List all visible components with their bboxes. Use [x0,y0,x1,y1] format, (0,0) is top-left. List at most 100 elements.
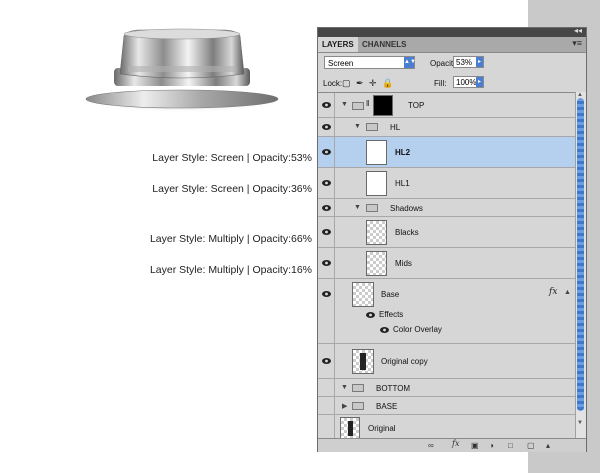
link-layers-icon[interactable]: ∞ [428,441,434,450]
folder-icon [352,102,364,110]
fx-icon[interactable]: fx [549,287,557,297]
fill-label: Fill: [434,79,447,88]
expand-effects-triangle-icon[interactable]: ▲ [564,289,571,296]
layer-name[interactable]: Original copy [381,357,428,366]
folder-icon [366,123,378,131]
layer-name[interactable]: Blacks [395,228,419,237]
scrollbar-thumb[interactable] [577,98,584,411]
color-overlay-eye-icon[interactable] [380,327,389,333]
add-style-icon[interactable]: fx [452,439,459,448]
collapse-icon[interactable]: ◂◂ [574,26,582,35]
visibility-toggle-empty[interactable] [318,415,335,439]
opacity-value: 53% [456,58,473,67]
lock-move-icon[interactable]: ✛ [369,78,377,89]
lock-transparent-icon[interactable]: ▢ [342,78,351,89]
layer-name[interactable]: BASE [376,402,397,411]
layer-mask-thumbnail [373,95,393,116]
opacity-input[interactable]: 53% ▸ [453,56,484,68]
layers-list: ▼ ‖ TOP ▼ HL HL2 HL1 ▼ Shadows Blacks Mi… [318,92,575,439]
layer-row-top[interactable]: ▼ ‖ TOP [318,93,575,118]
layer-row-blacks[interactable]: Blacks [318,217,575,248]
folder-icon [352,402,364,410]
lock-all-icon[interactable]: 🔒 [382,78,393,89]
eye-icon [322,102,331,108]
visibility-toggle[interactable] [318,248,335,278]
color-overlay-label[interactable]: Color Overlay [393,325,442,334]
layer-name[interactable]: Original [368,424,396,433]
layers-scrollbar[interactable]: ▲ ▼ [575,92,586,438]
add-mask-icon[interactable]: ▣ [471,441,479,450]
annotation-hl1: Layer Style: Screen | Opacity:36% [152,183,312,195]
layer-row-base-folder[interactable]: ▶ BASE [318,397,575,415]
fill-arrow-icon[interactable]: ▸ [476,77,483,87]
layer-row-bottom[interactable]: ▼ BOTTOM [318,379,575,397]
panel-tabs: LAYERS CHANNELS ▾≡ [318,37,586,53]
panel-menu-icon[interactable]: ▾≡ [572,38,582,49]
new-layer-icon[interactable]: ▢ [527,441,535,450]
dropdown-arrow-icon: ▲▼ [404,57,416,68]
eye-icon [322,260,331,266]
layer-name[interactable]: Shadows [390,204,423,213]
tab-layers[interactable]: LAYERS [318,37,358,52]
collapse-triangle-icon[interactable]: ▼ [354,123,361,130]
fill-input[interactable]: 100% ▸ [453,76,484,88]
collapse-triangle-icon[interactable]: ▼ [354,204,361,211]
delete-layer-icon[interactable]: ▴ [546,441,550,450]
blend-mode-select[interactable]: Screen ▲▼ [324,56,416,69]
layer-name[interactable]: HL [390,123,400,132]
visibility-toggle-empty[interactable] [318,397,335,414]
layer-name[interactable]: Mids [395,259,412,268]
collapse-triangle-icon[interactable]: ▼ [341,384,348,391]
layer-row-base[interactable]: Base fx ▲ Effects Color Overlay [318,279,575,344]
collapse-triangle-icon[interactable]: ▼ [341,101,348,108]
scroll-down-icon[interactable]: ▼ [577,420,583,426]
layer-name[interactable]: HL2 [395,148,410,157]
eye-icon [322,358,331,364]
visibility-toggle[interactable] [318,168,335,198]
eye-icon [322,180,331,186]
layer-thumbnail [352,349,374,374]
new-group-icon[interactable]: □ [508,441,513,450]
eye-icon [322,229,331,235]
visibility-toggle-empty[interactable] [318,379,335,396]
annotation-mids: Layer Style: Multiply | Opacity:16% [149,264,312,276]
layer-row-mids[interactable]: Mids [318,248,575,279]
adjustment-layer-icon[interactable]: ◑ [489,441,494,450]
annotation-blacks: Layer Style: Multiply | Opacity:66% [149,233,312,245]
layer-name[interactable]: TOP [408,101,424,110]
visibility-toggle[interactable] [318,137,335,167]
layer-row-original[interactable]: Original [318,415,575,439]
metal-knob-image [82,28,282,113]
lock-brush-icon[interactable]: ✒ [356,78,364,89]
visibility-toggle[interactable] [318,344,335,378]
layer-row-hl[interactable]: ▼ HL [318,118,575,137]
layer-row-original-copy[interactable]: Original copy [318,344,575,379]
layers-panel: ◂◂ LAYERS CHANNELS ▾≡ Screen ▲▼ Opacity:… [317,26,587,452]
layer-name[interactable]: Base [381,290,399,299]
effects-label[interactable]: Effects [379,310,403,319]
expand-triangle-icon[interactable]: ▶ [342,402,347,410]
opacity-arrow-icon[interactable]: ▸ [476,57,483,67]
visibility-toggle[interactable] [318,118,335,136]
eye-icon [322,149,331,155]
effects-eye-icon[interactable] [366,312,375,318]
folder-icon [366,204,378,212]
annotation-hl2: Layer Style: Screen | Opacity:53% [152,152,312,164]
visibility-toggle[interactable] [318,217,335,247]
eye-icon [322,205,331,211]
layer-row-shadows[interactable]: ▼ Shadows [318,199,575,217]
layer-row-hl2[interactable]: HL2 [318,137,575,168]
panel-titlebar[interactable]: ◂◂ [318,26,586,37]
visibility-toggle[interactable] [318,199,335,216]
visibility-toggle[interactable] [318,279,335,343]
layer-name[interactable]: HL1 [395,179,410,188]
layer-name[interactable]: BOTTOM [376,384,410,393]
tab-channels[interactable]: CHANNELS [358,37,408,52]
visibility-toggle[interactable] [318,93,335,117]
layer-row-hl1[interactable]: HL1 [318,168,575,199]
layer-thumbnail [352,282,374,307]
eye-icon [322,291,331,297]
layer-thumbnail [366,220,387,245]
chain-link-icon: ‖ [366,99,370,108]
layer-thumbnail [366,251,387,276]
